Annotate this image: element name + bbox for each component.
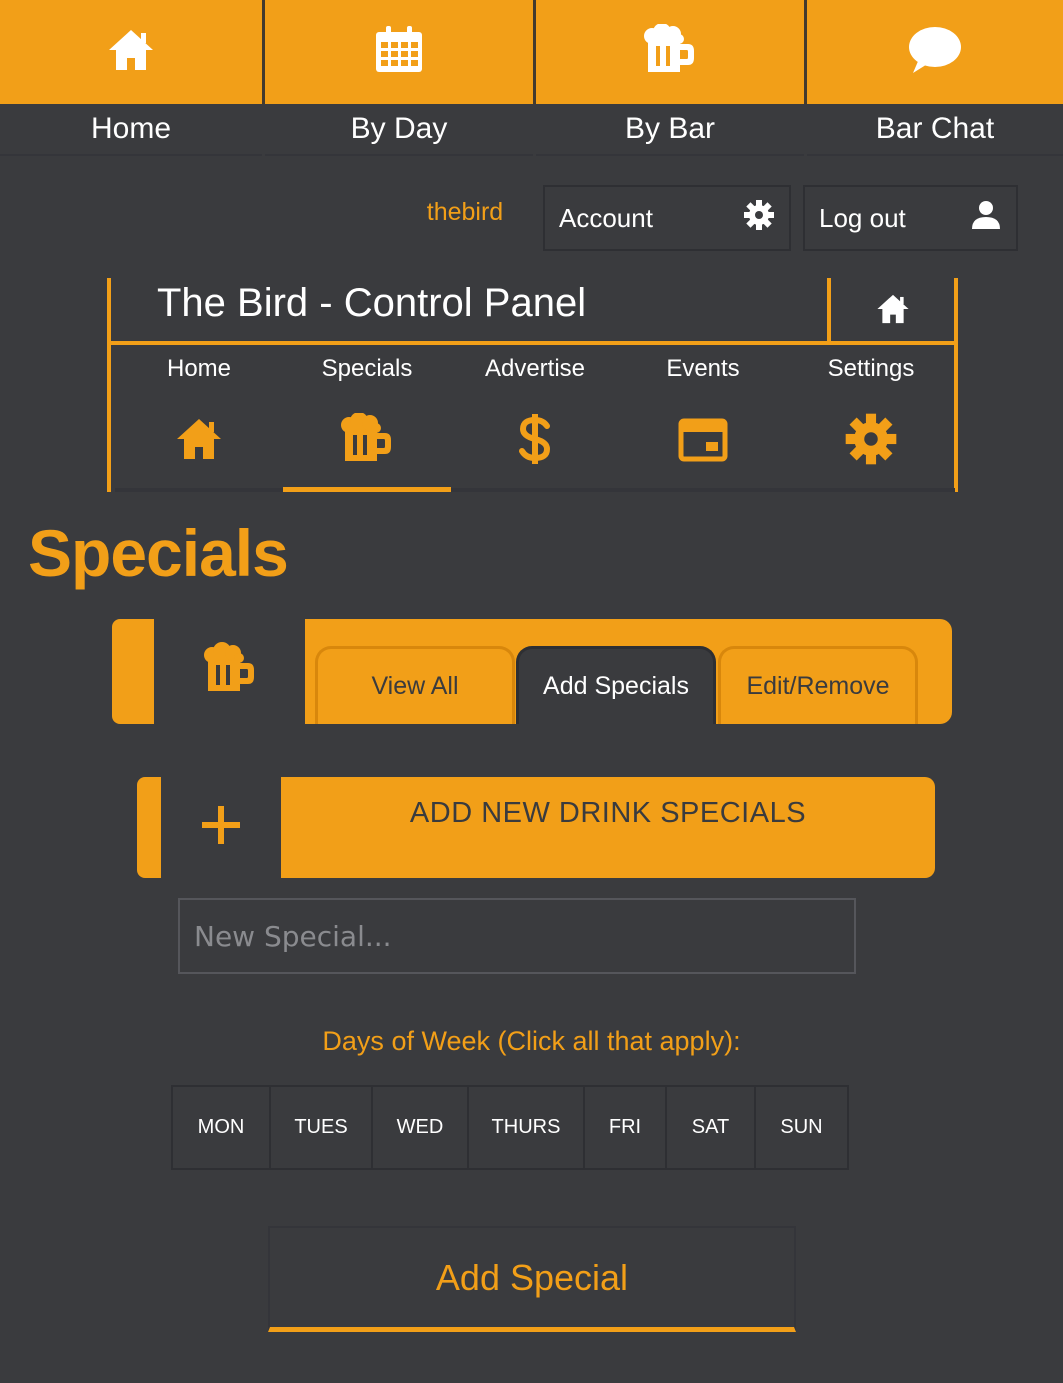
cp-tab-specials[interactable]: Specials xyxy=(283,345,451,492)
topnav-by-day-label: By Day xyxy=(265,104,533,156)
home-icon xyxy=(876,293,910,330)
plus-icon xyxy=(200,804,242,851)
cp-tab-events[interactable]: Events xyxy=(619,345,787,492)
cp-tab-home[interactable]: Home xyxy=(115,345,283,492)
add-special-button[interactable]: Add Special xyxy=(268,1226,796,1332)
beer-mug-icon xyxy=(339,411,395,470)
new-special-input[interactable] xyxy=(178,898,856,974)
tab-add-specials[interactable]: Add Specials xyxy=(516,646,716,724)
cp-tab-specials-label: Specials xyxy=(321,355,413,382)
topnav-bar-chat-label: Bar Chat xyxy=(807,104,1063,156)
beer-mug-icon xyxy=(642,22,698,81)
logout-label: Log out xyxy=(819,202,906,233)
tab-edit-remove[interactable]: Edit/Remove xyxy=(718,646,918,724)
subtabs-icon-area xyxy=(154,619,305,724)
control-panel-home-button[interactable] xyxy=(827,278,954,344)
topnav-home[interactable]: Home xyxy=(0,0,262,156)
top-nav: Home By Day By Bar Bar Chat xyxy=(0,0,1063,156)
cp-tab-advertise[interactable]: Advertise xyxy=(451,345,619,492)
calendar-icon xyxy=(374,25,424,79)
gear-icon xyxy=(844,412,898,471)
topnav-home-label: Home xyxy=(0,104,262,156)
control-panel-title: The Bird - Control Panel xyxy=(157,281,587,325)
day-tues[interactable]: TUES xyxy=(271,1087,373,1168)
calendar-icon xyxy=(678,416,728,467)
beer-mug-icon xyxy=(202,642,258,701)
day-sat[interactable]: SAT xyxy=(667,1087,756,1168)
account-label: Account xyxy=(559,202,653,233)
cp-tab-events-label: Events xyxy=(666,355,740,382)
logout-button[interactable]: Log out xyxy=(803,185,1018,251)
tab-view-all[interactable]: View All xyxy=(315,646,515,724)
home-icon xyxy=(107,28,155,77)
cp-tab-home-label: Home xyxy=(166,355,232,382)
home-icon xyxy=(174,417,224,466)
days-of-week-selector: MON TUES WED THURS FRI SAT SUN xyxy=(171,1085,849,1170)
add-section-header: ADD NEW DRINK SPECIALS xyxy=(281,777,935,878)
day-fri[interactable]: FRI xyxy=(585,1087,667,1168)
username: thebird xyxy=(426,198,504,226)
topnav-by-bar[interactable]: By Bar xyxy=(536,0,804,156)
topnav-by-day[interactable]: By Day xyxy=(265,0,533,156)
chat-bubble-icon xyxy=(907,25,963,80)
add-section-accent xyxy=(137,777,161,878)
cp-tab-settings-label: Settings xyxy=(827,355,915,382)
subtabs-accent xyxy=(112,619,154,724)
add-section-label: ADD NEW DRINK SPECIALS xyxy=(409,797,807,829)
user-icon xyxy=(970,199,1002,238)
day-wed[interactable]: WED xyxy=(373,1087,469,1168)
add-special-button-label: Add Special xyxy=(435,1256,629,1298)
dollar-icon xyxy=(517,413,553,469)
day-mon[interactable]: MON xyxy=(173,1087,271,1168)
topnav-bar-chat[interactable]: Bar Chat xyxy=(807,0,1063,156)
day-sun[interactable]: SUN xyxy=(756,1087,847,1168)
day-thurs[interactable]: THURS xyxy=(469,1087,585,1168)
days-of-week-label: Days of Week (Click all that apply): xyxy=(322,1026,741,1056)
cp-tab-advertise-label: Advertise xyxy=(484,355,586,382)
gear-icon xyxy=(743,199,775,238)
page-title: Specials xyxy=(28,516,289,590)
control-panel: The Bird - Control Panel Home Specials A… xyxy=(107,278,958,492)
add-section-icon-area xyxy=(161,777,281,878)
topnav-by-bar-label: By Bar xyxy=(536,104,804,156)
account-button[interactable]: Account xyxy=(543,185,791,251)
cp-tab-settings[interactable]: Settings xyxy=(787,345,955,492)
